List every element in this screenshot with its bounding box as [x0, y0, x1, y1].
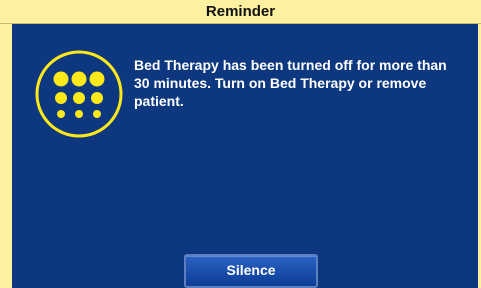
dialog-body: Bed Therapy has been turned off for more…: [12, 24, 478, 288]
bed-therapy-dots-icon: [33, 48, 125, 140]
reminder-message: Bed Therapy has been turned off for more…: [134, 57, 447, 109]
silence-button[interactable]: Silence: [184, 254, 318, 288]
reminder-dialog: Reminder Bed Therapy has been turned off…: [0, 0, 481, 288]
dialog-title: Reminder: [0, 0, 481, 24]
